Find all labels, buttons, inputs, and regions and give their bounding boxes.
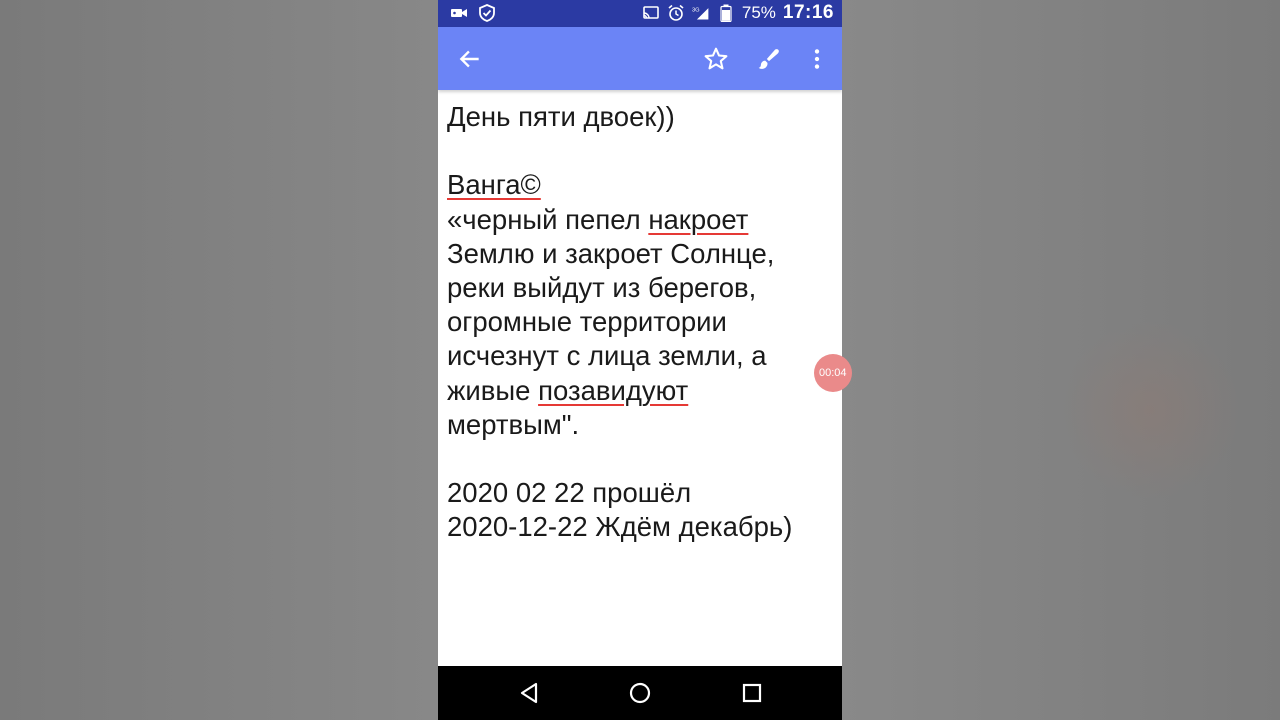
cast-icon xyxy=(643,6,659,19)
back-arrow-icon[interactable] xyxy=(457,46,483,72)
note-line: 2020 02 22 прошёл xyxy=(447,477,692,509)
note-line: Землю и закроет Солнце, xyxy=(447,237,775,269)
phone-screen: 3G 75% 17:16 День пяти двоек)) Ванга© «ч… xyxy=(438,0,842,720)
star-icon[interactable] xyxy=(703,46,729,72)
note-line: 2020-12-22 Ждём декабрь) xyxy=(447,511,793,543)
nav-back-icon[interactable] xyxy=(516,680,542,706)
status-clock: 17:16 xyxy=(782,2,834,23)
battery-icon xyxy=(720,4,732,22)
signal-icon: 3G xyxy=(692,7,709,20)
nav-recents-icon[interactable] xyxy=(739,680,765,706)
note-line: «черный пепел накроет xyxy=(447,203,749,235)
note-text[interactable]: День пяти двоек)) Ванга© «черный пепел н… xyxy=(447,100,837,544)
note-line: День пяти двоек)) xyxy=(447,101,675,132)
network-type-label: 3G xyxy=(692,7,700,13)
note-blank-line xyxy=(447,134,837,168)
video-camera-icon xyxy=(451,9,467,17)
recording-timer-badge[interactable]: 00:04 xyxy=(814,354,852,392)
nav-home-icon[interactable] xyxy=(627,680,653,706)
spellcheck-word[interactable]: Ванга© xyxy=(447,169,541,200)
navigation-bar xyxy=(438,666,842,720)
background-right xyxy=(842,0,1280,720)
shield-check-icon xyxy=(479,4,495,22)
brush-icon[interactable] xyxy=(756,46,782,72)
status-bar: 3G 75% 17:16 xyxy=(438,0,842,27)
app-bar xyxy=(438,27,842,90)
more-vert-icon[interactable] xyxy=(804,46,830,72)
note-line: Ванга© xyxy=(447,168,837,202)
note-blank-line xyxy=(447,442,837,476)
spellcheck-word[interactable]: позавидуют xyxy=(538,375,688,406)
battery-percent: 75% xyxy=(741,3,776,22)
note-line: исчезнут с лица земли, а xyxy=(447,340,767,372)
note-line: огромные территории xyxy=(447,306,727,338)
alarm-icon xyxy=(668,4,684,21)
background-left xyxy=(0,0,438,720)
note-line: реки выйдут из берегов, xyxy=(447,271,757,303)
note-line: живые позавидуют xyxy=(447,374,689,406)
note-line: мертвым". xyxy=(447,408,580,440)
recording-timer-text: 00:04 xyxy=(819,367,847,379)
spellcheck-word[interactable]: накроет xyxy=(648,204,748,235)
